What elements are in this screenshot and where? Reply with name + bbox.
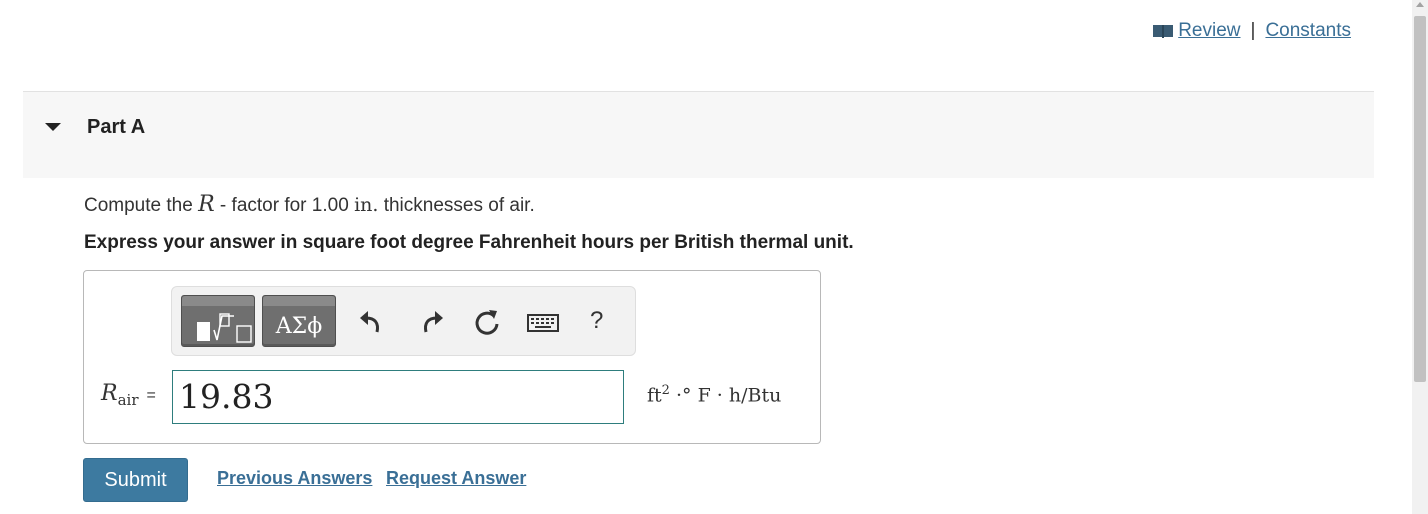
constants-link[interactable]: Constants [1265,20,1351,42]
answer-variable-label: Rair = [101,381,156,409]
question-text: Compute the R - factor for 1.00 in. thic… [84,192,535,217]
submit-button[interactable]: Submit [83,458,188,502]
equals-sign: = [146,387,156,404]
var-subscript: air [117,391,139,409]
request-answer-link[interactable]: Request Answer [386,468,526,489]
undo-icon[interactable] [357,307,387,337]
units-exponent: 2 [661,383,670,398]
reset-icon[interactable] [472,307,502,337]
question-prefix: Compute the [84,195,199,216]
question-middle: - factor for 1.00 [214,195,355,216]
help-icon[interactable]: ? [590,307,603,335]
book-icon [1153,25,1174,38]
top-links: Review | Constants [1152,20,1351,42]
var-symbol: R [101,381,118,406]
question-unit: in. [354,194,379,216]
link-separator: | [1250,20,1256,41]
question-suffix: thicknesses of air. [378,195,535,216]
templates-icon[interactable] [181,295,255,347]
review-link[interactable]: Review [1178,20,1240,42]
math-toolbar: ΑΣϕ ? [171,286,636,356]
answer-instruction: Express your answer in square foot degre… [84,232,854,253]
greek-letters-icon[interactable]: ΑΣϕ [262,295,336,347]
previous-answers-link[interactable]: Previous Answers [217,468,372,489]
redo-icon[interactable] [416,307,446,337]
part-header[interactable]: Part A [23,91,1374,178]
scrollbar[interactable] [1412,0,1428,514]
collapse-caret-icon[interactable] [45,123,61,131]
answer-box: ΑΣϕ ? Rair = 19.83 ft2 ·° F · h/Btu [83,270,821,444]
scroll-thumb[interactable] [1414,16,1426,382]
scroll-up-arrow-icon[interactable] [1416,2,1424,7]
units-rest: ·° F · h/Btu [669,384,782,407]
units-base: ft [647,384,662,407]
part-title: Part A [87,116,146,138]
answer-units: ft2 ·° F · h/Btu [647,383,781,406]
greek-label: ΑΣϕ [275,314,323,339]
r-symbol: R [198,192,215,217]
keyboard-icon[interactable] [527,307,559,337]
answer-input[interactable]: 19.83 [172,370,624,424]
